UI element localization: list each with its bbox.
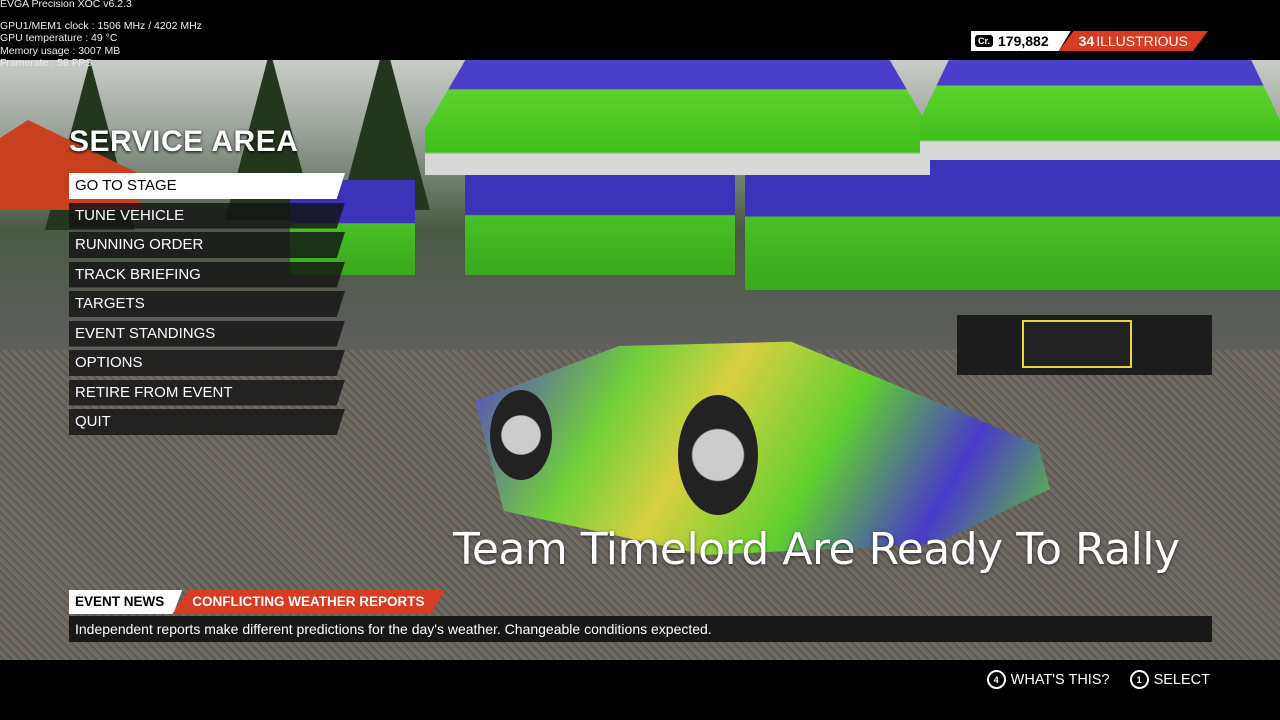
menu-item-tune-vehicle[interactable]: TUNE VEHICLE bbox=[69, 202, 345, 229]
team-truck bbox=[465, 165, 735, 275]
page-title: SERVICE AREA bbox=[69, 125, 299, 158]
overlay-memory: Memory usage : 3007 MB bbox=[0, 44, 121, 57]
player-level: 34 ILLUSTRIOUS bbox=[1058, 31, 1208, 51]
menu-item-targets[interactable]: TARGETS bbox=[69, 291, 345, 317]
prompt-label: SELECT bbox=[1153, 671, 1210, 688]
button-prompts: 4 WHAT'S THIS? 1 SELECT bbox=[986, 670, 1210, 689]
team-truck bbox=[745, 155, 1280, 290]
whats-this-prompt[interactable]: 4 WHAT'S THIS? bbox=[986, 670, 1110, 689]
level-number: 34 bbox=[1078, 33, 1095, 49]
menu-item-event-standings[interactable]: EVENT STANDINGS bbox=[69, 320, 345, 347]
credits-icon: Cr. bbox=[974, 35, 993, 47]
credits-display: Cr. 179,882 bbox=[970, 31, 1071, 51]
car-wheel bbox=[490, 390, 552, 480]
menu-item-quit[interactable]: QUIT bbox=[69, 409, 345, 435]
prompt-label: WHAT'S THIS? bbox=[1010, 671, 1110, 688]
select-prompt[interactable]: 1 SELECT bbox=[1129, 670, 1210, 689]
menu-item-go-to-stage[interactable]: GO TO STAGE bbox=[69, 173, 345, 199]
news-label: EVENT NEWS bbox=[69, 590, 183, 614]
menu-item-track-briefing[interactable]: TRACK BRIEFING bbox=[69, 261, 345, 288]
overlay-framerate: Framerate : 58 FPS bbox=[0, 57, 93, 69]
team-caption: Team Timelord Are Ready To Rally bbox=[453, 524, 1180, 575]
team-tent bbox=[425, 60, 930, 175]
team-tent bbox=[920, 60, 1280, 160]
overlay-temp: GPU temperature : 49 °C bbox=[0, 32, 118, 44]
player-status: Cr. 179,882 34 ILLUSTRIOUS bbox=[970, 31, 1208, 51]
overlay-app: EVGA Precision XOC v6.2.3 bbox=[0, 0, 132, 10]
rank-title: ILLUSTRIOUS bbox=[1096, 33, 1188, 49]
service-menu: GO TO STAGE TUNE VEHICLE RUNNING ORDER T… bbox=[69, 173, 345, 439]
event-news-ticker: EVENT NEWS CONFLICTING WEATHER REPORTS I… bbox=[69, 590, 1212, 642]
menu-item-options[interactable]: OPTIONS bbox=[69, 350, 345, 376]
power-maxed-banner bbox=[957, 315, 1212, 375]
news-body: Independent reports make different predi… bbox=[69, 616, 1212, 642]
menu-item-retire-from-event[interactable]: RETIRE FROM EVENT bbox=[69, 379, 345, 406]
button-4-icon: 4 bbox=[986, 670, 1006, 689]
credits-value: 179,882 bbox=[998, 33, 1049, 49]
menu-item-running-order[interactable]: RUNNING ORDER bbox=[69, 232, 345, 258]
car-wheel bbox=[678, 395, 758, 515]
button-1-icon: 1 bbox=[1129, 670, 1149, 689]
overlay-clock: GPU1/MEM1 clock : 1506 MHz / 4202 MHz bbox=[0, 19, 202, 32]
news-headline: CONFLICTING WEATHER REPORTS bbox=[172, 590, 445, 614]
performance-overlay: EVGA Precision XOC v6.2.3 GPU1/MEM1 cloc… bbox=[0, 0, 202, 70]
